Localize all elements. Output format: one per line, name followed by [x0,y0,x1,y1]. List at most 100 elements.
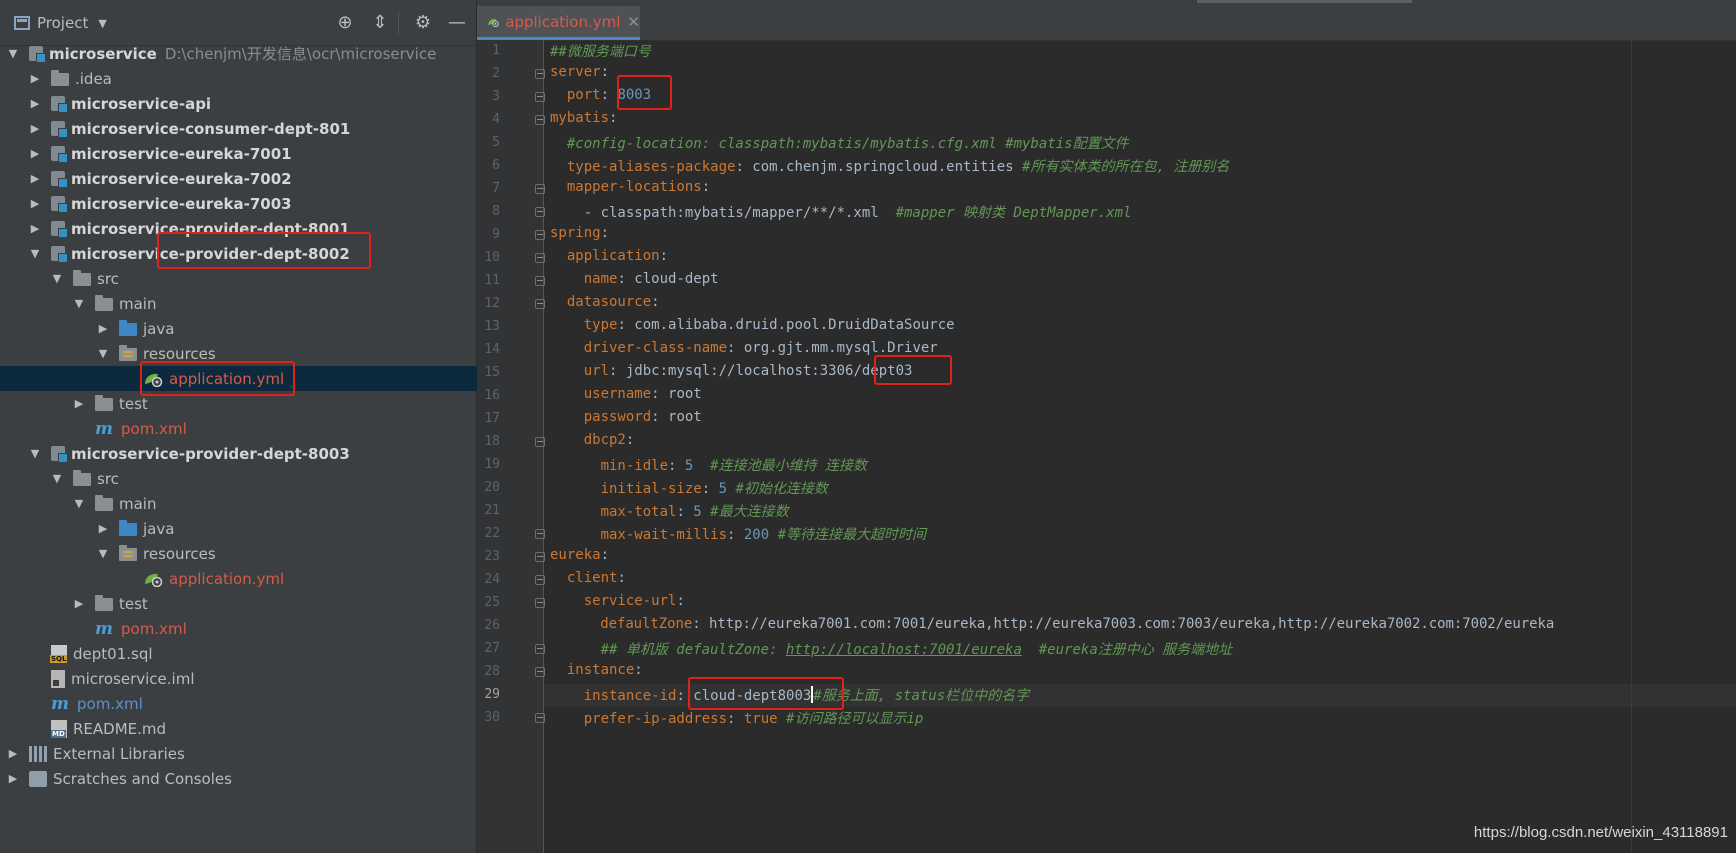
fold-marker-icon[interactable] [535,253,545,263]
code-line[interactable]: instance: [550,662,643,678]
tree-item-microservice[interactable]: ▼ microservice D:\chenjm\开发信息\ocr\micros… [0,41,483,66]
tree-item-readme[interactable]: README.md [0,716,505,741]
code-line[interactable]: dbcp2: [550,432,635,448]
tree-item-scratches[interactable]: ▶ Scratches and Consoles [0,766,483,791]
collapse-all-icon[interactable]: ⇕ [369,12,391,34]
tree-item-idea[interactable]: ▶ .idea [0,66,505,91]
code-line[interactable]: min-idle: 5 #连接池最小维持 连接数 [550,455,867,475]
code-line[interactable]: client: [550,570,626,586]
code-line[interactable]: name: cloud-dept [550,271,719,287]
code-line[interactable]: mapper-locations: [550,179,710,195]
comment-link[interactable]: http://localhost:7001/eureka [786,642,1022,658]
tree-item-pom-8003[interactable]: m pom.xml [0,616,549,641]
gear-icon[interactable]: ⚙ [412,12,434,34]
collapsed-arrow-icon[interactable]: ▶ [29,172,41,185]
expanded-arrow-icon[interactable]: ▼ [97,347,109,360]
tree-item-external-libraries[interactable]: ▶ External Libraries [0,741,483,766]
fold-marker-icon[interactable] [535,207,545,217]
collapsed-arrow-icon[interactable]: ▶ [29,122,41,135]
collapsed-arrow-icon[interactable]: ▶ [97,522,109,535]
fold-marker-icon[interactable] [535,644,545,654]
close-icon[interactable]: ✕ [627,13,640,31]
expanded-arrow-icon[interactable]: ▼ [51,472,63,485]
code-line-current[interactable]: instance-id: cloud-dept8003 #服务上面, status… [550,685,1029,705]
collapsed-arrow-icon[interactable]: ▶ [29,97,41,110]
expanded-arrow-icon[interactable]: ▼ [73,497,85,510]
tree-item-microservice-api[interactable]: ▶ microservice-api [0,91,505,116]
expanded-arrow-icon[interactable]: ▼ [97,547,109,560]
locate-file-icon[interactable]: ⊕ [334,12,356,34]
tree-item-test[interactable]: ▶ test [0,391,549,416]
fold-marker-icon[interactable] [535,230,545,240]
tree-item-main[interactable]: ▼ main [0,291,549,316]
collapsed-arrow-icon[interactable]: ▶ [73,397,85,410]
project-view-selector[interactable]: Project ▼ [14,12,107,34]
code-line[interactable]: datasource: [550,294,660,310]
code-line[interactable]: driver-class-name: org.gjt.mm.mysql.Driv… [550,340,938,356]
expanded-arrow-icon[interactable]: ▼ [29,447,41,460]
code-line[interactable]: mybatis: [550,110,617,126]
code-line[interactable]: password: root [550,409,702,425]
fold-marker-icon[interactable] [535,92,545,102]
code-line[interactable]: spring: [550,225,609,241]
fold-marker-icon[interactable] [535,667,545,677]
editor[interactable]: application.yml ✕ 1 2 3 4 5 6 7 8 9 10 1… [477,0,1736,853]
code-line[interactable]: prefer-ip-address: true #访问路径可以显示ip [550,708,924,728]
collapsed-arrow-icon[interactable]: ▶ [7,772,19,785]
code-line[interactable]: max-wait-millis: 200 #等待连接最大超时时间 [550,524,926,544]
collapsed-arrow-icon[interactable]: ▶ [29,222,41,235]
tree-item-src[interactable]: ▼ src [0,466,527,491]
tree-item-microservice-iml[interactable]: microservice.iml [0,666,505,691]
expanded-arrow-icon[interactable]: ▼ [73,297,85,310]
tree-item-provider-8003[interactable]: ▼ microservice-provider-dept-8003 [0,441,505,466]
code-line[interactable]: eureka: [550,547,609,563]
tree-item-pom-8002[interactable]: m pom.xml [0,416,549,441]
expanded-arrow-icon[interactable]: ▼ [29,247,41,260]
fold-marker-icon[interactable] [535,437,545,447]
fold-marker-icon[interactable] [535,552,545,562]
tree-item-test[interactable]: ▶ test [0,591,549,616]
code-line[interactable]: ## 单机版 defaultZone: http://localhost:700… [550,639,1233,659]
collapsed-arrow-icon[interactable]: ▶ [29,197,41,210]
fold-marker-icon[interactable] [535,184,545,194]
code-line[interactable]: server: [550,64,609,80]
code-line[interactable]: service-url: [550,593,685,609]
fold-marker-icon[interactable] [535,299,545,309]
fold-marker-icon[interactable] [535,598,545,608]
tree-item-eureka-7001[interactable]: ▶ microservice-eureka-7001 [0,141,505,166]
code-line[interactable]: initial-size: 5 #初始化连接数 [550,478,828,498]
fold-marker-icon[interactable] [535,713,545,723]
code-line[interactable]: username: root [550,386,702,402]
collapsed-arrow-icon[interactable]: ▶ [29,147,41,160]
code-line[interactable]: max-total: 5 #最大连接数 [550,501,789,521]
code-line[interactable]: defaultZone: http://eureka7001.com:7001/… [550,616,1554,632]
tree-item-root-pom[interactable]: m pom.xml [0,691,505,716]
tree-item-provider-8001[interactable]: ▶ microservice-provider-dept-8001 [0,216,505,241]
tree-item-src[interactable]: ▼ src [0,266,527,291]
code-line[interactable]: #config-location: classpath:mybatis/myba… [550,133,1129,153]
collapsed-arrow-icon[interactable]: ▶ [29,72,41,85]
expanded-arrow-icon[interactable]: ▼ [7,47,19,60]
fold-marker-icon[interactable] [535,575,545,585]
code-line[interactable]: application: [550,248,668,264]
collapsed-arrow-icon[interactable]: ▶ [7,747,19,760]
tree-item-eureka-7003[interactable]: ▶ microservice-eureka-7003 [0,191,505,216]
fold-marker-icon[interactable] [535,529,545,539]
tab-application-yml[interactable]: application.yml ✕ [477,6,640,40]
code-line[interactable]: ##微服务端口号 [550,41,651,61]
code-line[interactable]: port: 8003 [550,87,651,103]
fold-marker-icon[interactable] [535,276,545,286]
tree-item-eureka-7002[interactable]: ▶ microservice-eureka-7002 [0,166,505,191]
tree-item-dept01-sql[interactable]: dept01.sql [0,641,505,666]
code-line[interactable]: url: jdbc:mysql://localhost:3306/dept03 [550,363,913,379]
collapsed-arrow-icon[interactable]: ▶ [73,597,85,610]
tree-item-main[interactable]: ▼ main [0,491,549,516]
expanded-arrow-icon[interactable]: ▼ [51,272,63,285]
tree-item-provider-8002[interactable]: ▼ microservice-provider-dept-8002 [0,241,505,266]
tree-item-consumer-801[interactable]: ▶ microservice-consumer-dept-801 [0,116,505,141]
hide-panel-icon[interactable]: — [446,12,468,34]
collapsed-arrow-icon[interactable]: ▶ [97,322,109,335]
fold-marker-icon[interactable] [535,69,545,79]
code-line[interactable]: type: com.alibaba.druid.pool.DruidDataSo… [550,317,955,333]
code-line[interactable]: type-aliases-package: com.chenjm.springc… [550,156,1229,176]
